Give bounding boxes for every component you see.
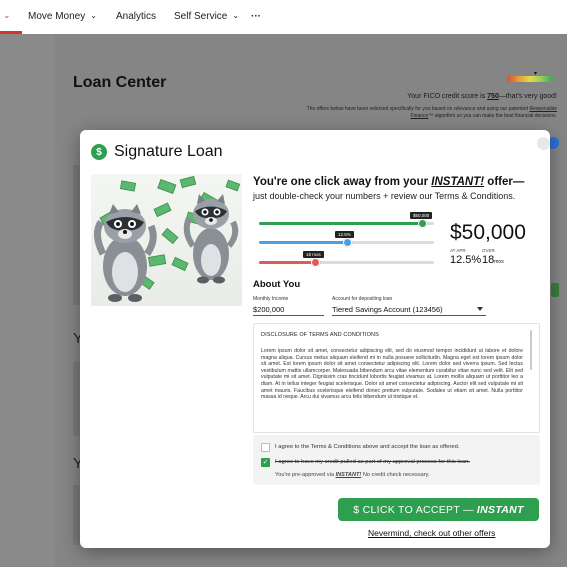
accept-button[interactable]: $ CLICK TO ACCEPT — INSTANT <box>338 498 539 521</box>
headline-text: You're one click away from your <box>253 176 432 188</box>
over-label: OVER <box>482 248 495 253</box>
apr-label: AT APR <box>450 248 466 253</box>
preapproved-note: You're pre-approved via INSTANT! No cred… <box>275 472 430 478</box>
nav-label: Move Money <box>28 11 86 22</box>
term-slider-fill <box>259 261 315 264</box>
headline-instant: INSTANT! <box>431 176 485 188</box>
nav-active-indicator[interactable]: ⌄ <box>0 0 22 34</box>
offer-subhead: just double-check your numbers + review … <box>253 191 516 201</box>
accept-label: $ CLICK TO ACCEPT — <box>353 503 474 516</box>
dollar-icon: $ <box>91 144 107 160</box>
offer-note-text: patented <box>508 106 529 112</box>
term-number: 18 <box>482 254 495 266</box>
agree-terms-label: I agree to the Terms & Conditions above … <box>275 444 460 450</box>
offer-note-text: ™ algorithm so you can make the best fin… <box>428 112 557 119</box>
income-label: Monthly Income <box>253 296 289 302</box>
term-slider-handle[interactable] <box>311 258 320 267</box>
apr-value: 12.5% <box>450 254 482 266</box>
raccoon-money-illustration <box>91 174 242 306</box>
amount-slider-tooltip: $50,000 <box>410 212 433 219</box>
page-title: Loan Center <box>73 74 167 91</box>
nav-self-service[interactable]: Self Service ⌄ <box>174 11 239 22</box>
chevron-down-icon: ⌄ <box>90 11 97 20</box>
nav-label: Self Service <box>174 11 228 22</box>
gauge-marker-icon: ▾ <box>534 71 538 77</box>
chevron-down-icon: ⌄ <box>232 11 240 20</box>
check-icon: ✓ <box>262 459 269 466</box>
terms-scrollbar[interactable] <box>530 330 532 370</box>
credit-score-gauge <box>507 76 553 82</box>
preapproved-text: No credit check necessary. <box>361 472 430 478</box>
modal-title: $ Signature Loan <box>91 143 223 161</box>
income-field[interactable]: $200,000 <box>253 303 324 316</box>
loan-sliders: $50,000 12.5% 18 mos <box>253 210 443 268</box>
about-you-heading: About You <box>253 279 301 290</box>
term-slider[interactable]: 18 mos <box>259 251 434 267</box>
fico-score-text: Your FICO credit score is 750—that's ver… <box>407 93 557 100</box>
nav-label: Analytics <box>116 11 157 22</box>
accept-instant: INSTANT <box>476 503 524 516</box>
apr-slider-fill <box>259 241 347 244</box>
preapproved-instant: INSTANT! <box>335 472 362 478</box>
nevermind-link[interactable]: Nevermind, check out other offers <box>368 528 495 538</box>
fico-prefix: Your FICO credit score is <box>407 93 488 100</box>
fico-suffix: —that's very good! <box>498 93 557 100</box>
headline-text: offer— <box>484 176 525 188</box>
modal-title-text: Signature Loan <box>114 143 223 160</box>
raccoon-illustration-svg <box>94 175 241 302</box>
terms-body: Lorem ipsum dolor sit amet, consectetur … <box>261 348 523 401</box>
nav-move-money[interactable]: Move Money ⌄ <box>28 11 97 22</box>
chevron-down-icon: ⌄ <box>3 10 11 20</box>
amount-slider[interactable]: $50,000 <box>259 212 434 228</box>
agree-credit-checkbox[interactable]: ✓ <box>261 458 270 467</box>
term-value: 18mos <box>482 254 504 266</box>
offer-note-text: The offers below have been selected spec… <box>306 106 508 112</box>
agree-credit-label: I agree to have my credit pulled as part… <box>275 459 470 465</box>
agree-terms-checkbox[interactable] <box>261 443 270 452</box>
amount-slider-fill <box>259 222 422 225</box>
nav-analytics[interactable]: Analytics <box>116 11 156 22</box>
offer-headline: You're one click away from your INSTANT!… <box>253 175 545 189</box>
background-button <box>551 283 559 297</box>
terms-heading: DISCLOSURE OF TERMS AND CONDITIONS <box>261 332 379 338</box>
amount-slider-handle[interactable] <box>418 219 427 228</box>
term-unit: mos <box>494 259 504 265</box>
close-icon[interactable] <box>537 137 550 150</box>
account-select[interactable]: Tiered Savings Account (123456) <box>332 303 486 316</box>
account-label: Account for depositing loan <box>332 296 393 302</box>
apr-slider-handle[interactable] <box>343 238 352 247</box>
offer-note: The offers below have been selected spec… <box>292 106 557 119</box>
loan-amount: $50,000 <box>450 221 526 244</box>
fico-score: 750 <box>487 93 499 100</box>
more-icon: ··· <box>251 11 261 22</box>
top-nav: ⌄ Move Money ⌄ Analytics Self Service ⌄ … <box>0 0 567 34</box>
preapproved-text: You're pre-approved via <box>275 472 336 478</box>
apr-slider-tooltip: 12.5% <box>335 231 354 238</box>
apr-slider[interactable]: 12.5% <box>259 231 434 247</box>
nav-more-button[interactable]: ··· <box>251 11 261 22</box>
term-slider-tooltip: 18 mos <box>303 251 324 258</box>
chevron-down-icon <box>477 307 483 311</box>
